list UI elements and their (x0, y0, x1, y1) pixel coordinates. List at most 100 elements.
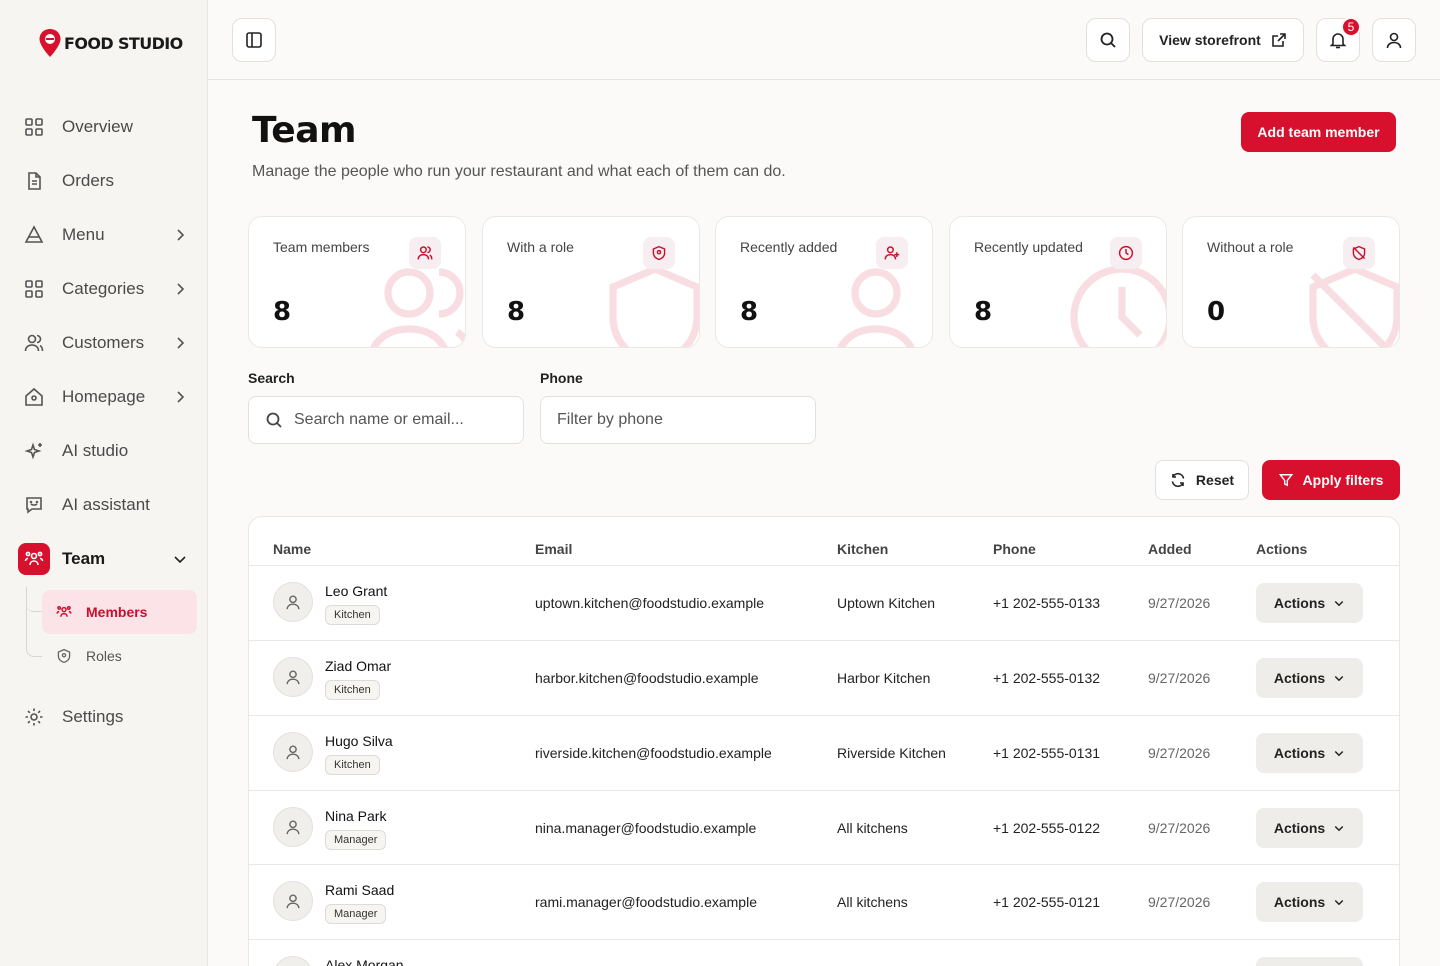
sidebar-item-settings[interactable]: Settings (16, 697, 198, 737)
chevron-down-icon (1334, 899, 1344, 906)
stat-card-team-members: Team members 8 (248, 216, 466, 348)
view-storefront-button[interactable]: View storefront (1142, 18, 1304, 62)
table-row[interactable]: Rami Saad Manager rami.manager@foodstudi… (249, 864, 1399, 939)
search-button[interactable] (1086, 18, 1130, 62)
chevron-down-icon (174, 556, 186, 564)
user-icon (286, 595, 300, 610)
row-actions-button[interactable]: Actions (1256, 808, 1363, 848)
avatar (273, 881, 313, 921)
row-actions-button[interactable]: Actions (1256, 658, 1363, 698)
phone-label: Phone (540, 370, 583, 386)
sidebar-item-menu[interactable]: Menu (16, 215, 198, 255)
column-header-actions: Actions (1256, 541, 1308, 557)
add-team-member-button[interactable]: Add team member (1241, 112, 1396, 152)
member-email: nina.manager@foodstudio.example (535, 820, 757, 836)
sidebar-item-team[interactable]: Team (16, 539, 198, 579)
row-actions-button[interactable]: Actions (1256, 583, 1363, 623)
member-added-date: 9/27/2026 (1148, 894, 1211, 910)
sidebar-item-overview[interactable]: Overview (16, 107, 198, 147)
member-phone: +1 202-555-0121 (993, 894, 1101, 910)
member-name: Ziad Omar (325, 658, 392, 674)
role-badge: Manager (325, 904, 387, 924)
member-kitchen: All kitchens (837, 820, 908, 836)
toggle-sidebar-button[interactable] (232, 18, 276, 62)
column-header-email[interactable]: Email (535, 541, 572, 557)
notification-count-badge: 5 (1341, 17, 1361, 37)
row-actions-label: Actions (1273, 670, 1326, 686)
member-added-date: 9/27/2026 (1148, 670, 1211, 686)
avatar (273, 732, 313, 772)
row-actions-button[interactable]: Actions (1256, 882, 1363, 922)
table-row[interactable]: Nina Park Manager nina.manager@foodstudi… (249, 790, 1399, 865)
shield-off-icon (1309, 265, 1399, 347)
sidebar-item-label: Homepage (62, 387, 146, 406)
sidebar: FOOD STUDIO Overview Orders Menu Categor… (0, 0, 208, 966)
chevron-right-icon (177, 283, 185, 295)
search-input[interactable]: Search name or email... (248, 396, 524, 444)
member-phone: +1 202-555-0132 (993, 670, 1101, 686)
row-actions-label: Actions (1273, 894, 1326, 910)
subtree-connector (26, 590, 42, 612)
chevron-down-icon (1334, 825, 1344, 832)
sidebar-item-orders[interactable]: Orders (16, 161, 198, 201)
member-email: riverside.kitchen@foodstudio.example (535, 745, 772, 761)
sidebar-toggle-icon (246, 32, 262, 48)
sidebar-subitem-label: Roles (86, 648, 122, 664)
sidebar-item-homepage[interactable]: Homepage (16, 377, 198, 417)
chat-icon (26, 497, 42, 514)
table-row[interactable]: Ziad Omar Kitchen harbor.kitchen@foodstu… (249, 640, 1399, 715)
role-badge: Kitchen (325, 755, 380, 775)
stat-card-recently-added: Recently added 8 (715, 216, 933, 348)
users-icon (24, 334, 44, 352)
chevron-right-icon (177, 391, 185, 403)
member-name: Rami Saad (325, 882, 395, 898)
grid-icon (25, 118, 43, 136)
sidebar-subitem-label: Members (86, 604, 148, 620)
search-label: Search (248, 370, 295, 386)
row-actions-button[interactable]: Actions (1256, 733, 1363, 773)
team-icon (56, 606, 72, 617)
sidebar-item-label: AI assistant (62, 495, 150, 514)
table-row[interactable]: Hugo Silva Kitchen riverside.kitchen@foo… (249, 715, 1399, 790)
sidebar-item-label: Team (62, 549, 106, 568)
member-added-date: 9/27/2026 (1148, 595, 1211, 611)
table-row[interactable]: Leo Grant Kitchen uptown.kitchen@foodstu… (249, 565, 1399, 640)
shield-icon (57, 648, 71, 664)
sidebar-item-categories[interactable]: Categories (16, 269, 198, 309)
member-email: harbor.kitchen@foodstudio.example (535, 670, 759, 686)
row-actions-label: Actions (1273, 820, 1326, 836)
user-icon (286, 820, 300, 835)
stat-value: 8 (507, 297, 526, 327)
sidebar-item-label: Customers (62, 333, 145, 352)
search-placeholder: Search name or email... (294, 411, 464, 428)
sidebar-item-ai-assistant[interactable]: AI assistant (16, 485, 198, 525)
phone-placeholder: Filter by phone (557, 411, 663, 428)
row-actions-button[interactable]: Actions (1256, 957, 1363, 966)
column-header-kitchen[interactable]: Kitchen (837, 541, 888, 557)
phone-filter-input[interactable]: Filter by phone (540, 396, 816, 444)
search-icon (266, 412, 282, 428)
sidebar-item-label: Menu (62, 225, 105, 244)
filter-icon (1278, 474, 1293, 487)
topbar: View storefront 5 (208, 0, 1440, 80)
sidebar-subitem-roles[interactable]: Roles (42, 634, 197, 678)
column-header-phone[interactable]: Phone (993, 541, 1036, 557)
sidebar-item-customers[interactable]: Customers (16, 323, 198, 363)
member-kitchen: Riverside Kitchen (837, 745, 946, 761)
apply-filters-button[interactable]: Apply filters (1262, 460, 1400, 500)
sidebar-subitem-members[interactable]: Members (42, 590, 197, 634)
brand-logo[interactable]: FOOD STUDIO (38, 28, 183, 58)
sparkles-icon (24, 442, 42, 460)
reset-button[interactable]: Reset (1155, 460, 1249, 500)
column-header-name[interactable]: Name (273, 541, 311, 557)
account-button[interactable] (1372, 18, 1416, 62)
shield-off-icon (1343, 237, 1375, 269)
gear-icon (25, 708, 43, 726)
table-row[interactable]: Alex Morgan Actions (249, 939, 1399, 966)
triangle-icon (24, 225, 44, 243)
notifications-button[interactable]: 5 (1316, 17, 1361, 62)
apply-filters-label: Apply filters (1302, 472, 1384, 488)
column-header-added[interactable]: Added (1148, 541, 1192, 557)
sidebar-item-ai-studio[interactable]: AI studio (16, 431, 198, 471)
clock-icon (1070, 265, 1166, 347)
